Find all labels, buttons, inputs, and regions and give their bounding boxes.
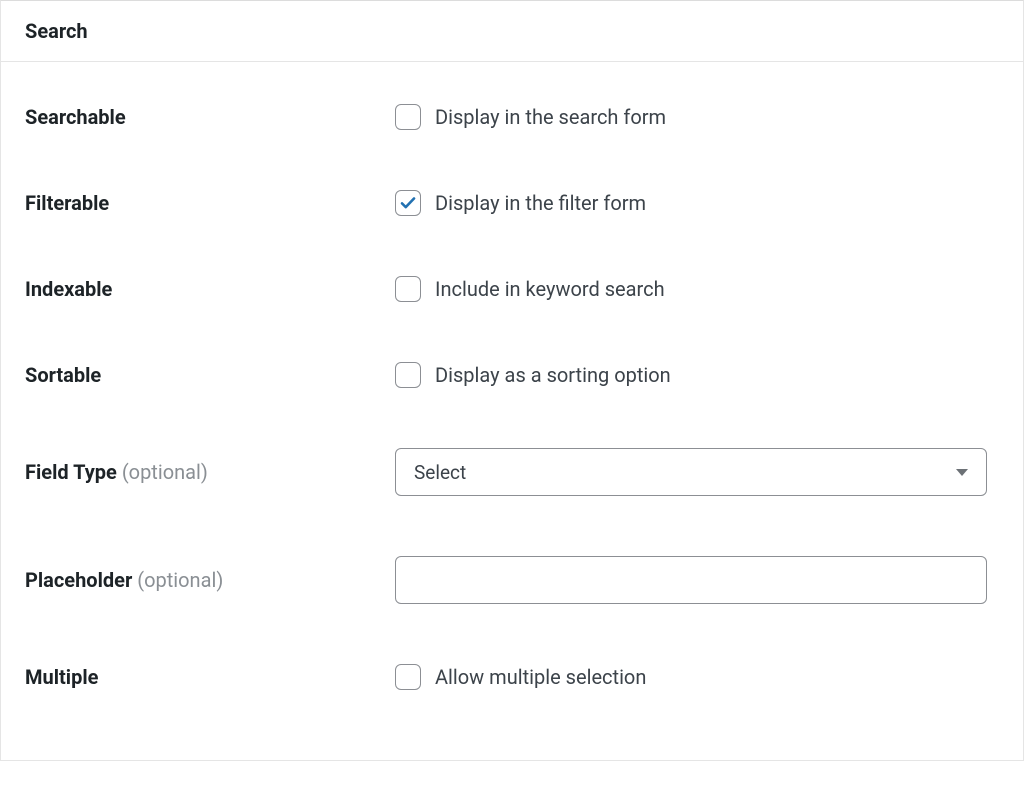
control-field-type: Select — [395, 448, 999, 496]
row-filterable: Filterable Display in the filter form — [25, 160, 999, 246]
label-placeholder-text: Placeholder — [25, 568, 132, 592]
control-indexable: Include in keyword search — [395, 276, 999, 302]
panel-body: Searchable Display in the search form Fi… — [1, 62, 1023, 760]
checkbox-sortable[interactable] — [395, 362, 421, 388]
row-sortable: Sortable Display as a sorting option — [25, 332, 999, 418]
control-filterable: Display in the filter form — [395, 190, 999, 216]
check-icon — [399, 194, 417, 212]
row-placeholder: Placeholder (optional) — [25, 526, 999, 634]
select-field-type-value: Select — [414, 461, 466, 484]
chevron-down-icon — [956, 469, 968, 476]
row-field-type: Field Type (optional) Select — [25, 418, 999, 526]
checkbox-multiple[interactable] — [395, 664, 421, 690]
control-placeholder — [395, 556, 999, 604]
label-placeholder-optional: (optional) — [137, 568, 223, 592]
control-searchable: Display in the search form — [395, 104, 999, 130]
label-field-type-optional: (optional) — [122, 460, 208, 484]
label-searchable: Searchable — [25, 104, 395, 130]
label-indexable: Indexable — [25, 276, 395, 302]
row-searchable: Searchable Display in the search form — [25, 92, 999, 160]
panel-title: Search — [1, 1, 1023, 62]
checkbox-label-sortable: Display as a sorting option — [435, 363, 671, 387]
checkbox-label-searchable: Display in the search form — [435, 105, 666, 129]
label-placeholder: Placeholder (optional) — [25, 567, 395, 593]
control-multiple: Allow multiple selection — [395, 664, 999, 690]
label-field-type: Field Type (optional) — [25, 459, 395, 485]
checkbox-label-indexable: Include in keyword search — [435, 277, 665, 301]
checkbox-filterable[interactable] — [395, 190, 421, 216]
input-placeholder[interactable] — [395, 556, 987, 604]
row-indexable: Indexable Include in keyword search — [25, 246, 999, 332]
label-filterable: Filterable — [25, 190, 395, 216]
checkbox-label-filterable: Display in the filter form — [435, 191, 646, 215]
label-field-type-text: Field Type — [25, 460, 117, 484]
control-sortable: Display as a sorting option — [395, 362, 999, 388]
label-sortable: Sortable — [25, 362, 395, 388]
label-multiple: Multiple — [25, 664, 395, 690]
checkbox-label-multiple: Allow multiple selection — [435, 665, 646, 689]
row-multiple: Multiple Allow multiple selection — [25, 634, 999, 720]
select-field-type[interactable]: Select — [395, 448, 987, 496]
checkbox-searchable[interactable] — [395, 104, 421, 130]
checkbox-indexable[interactable] — [395, 276, 421, 302]
search-settings-panel: Search Searchable Display in the search … — [0, 0, 1024, 761]
